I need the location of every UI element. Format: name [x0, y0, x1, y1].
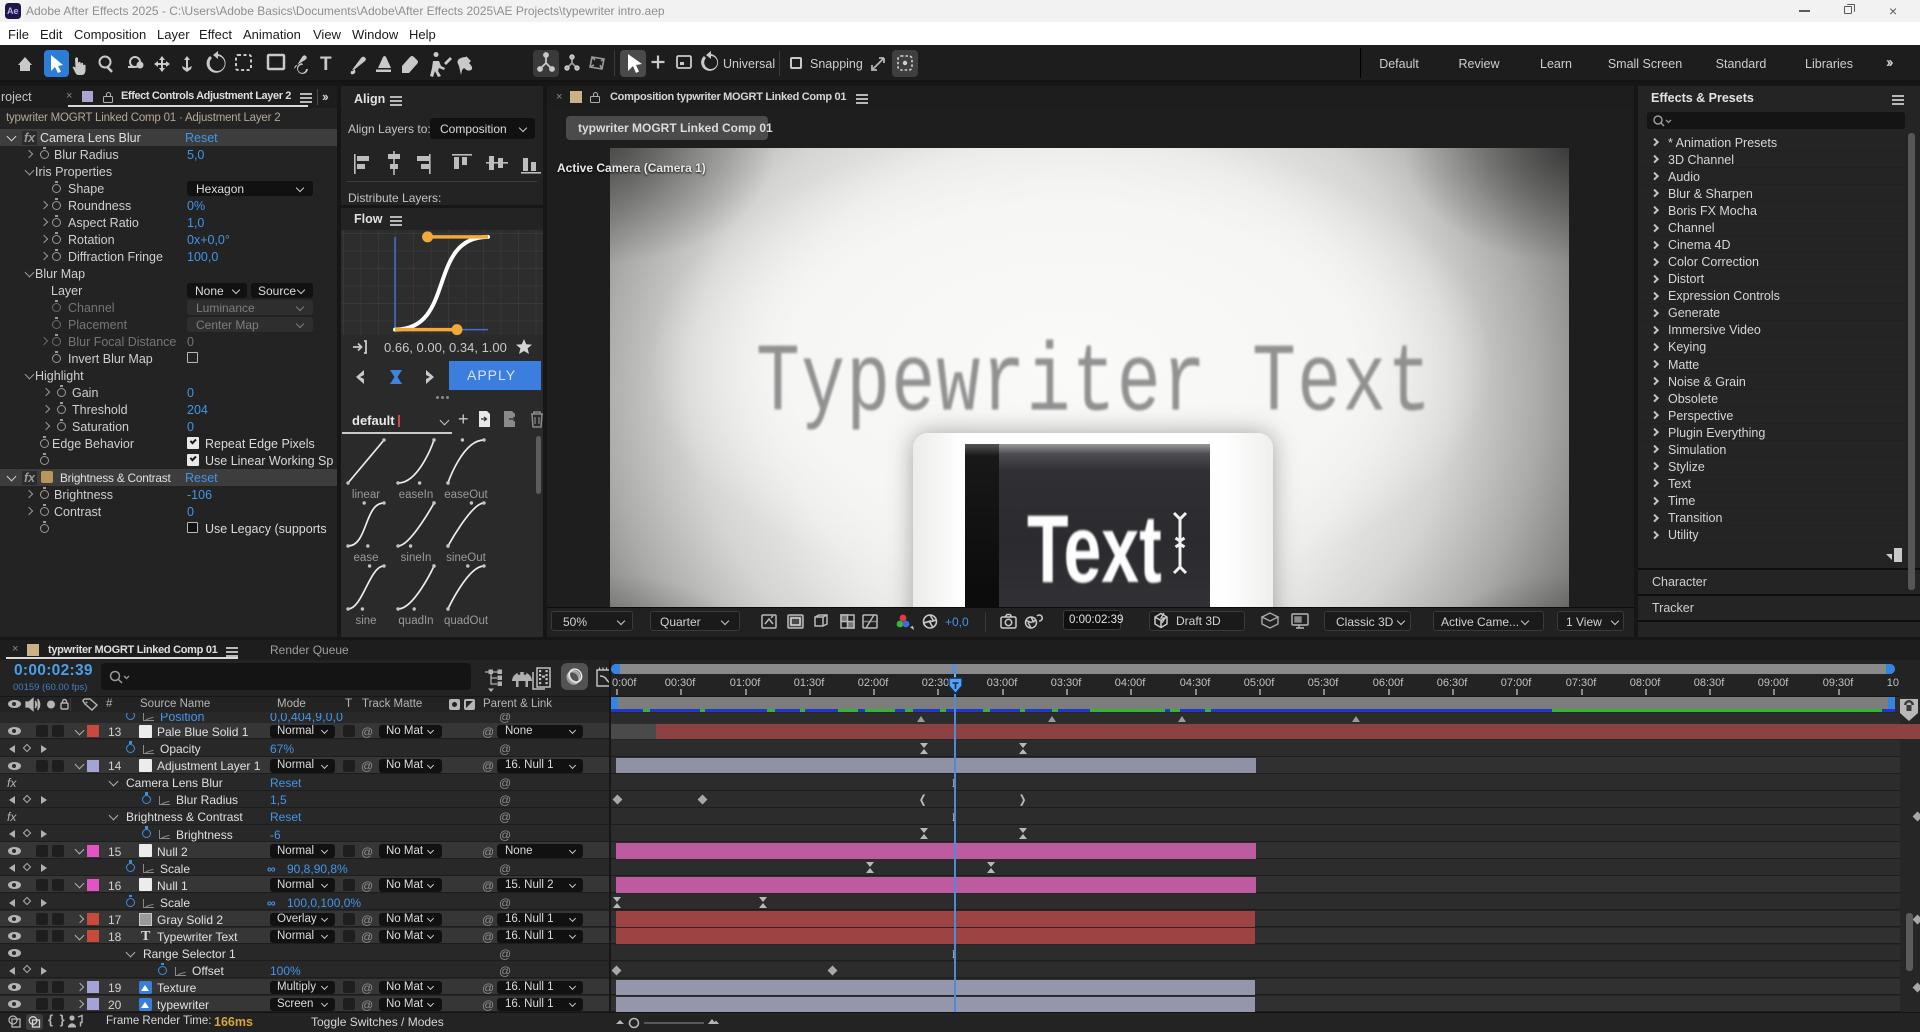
svg-text:T: T: [320, 54, 332, 75]
